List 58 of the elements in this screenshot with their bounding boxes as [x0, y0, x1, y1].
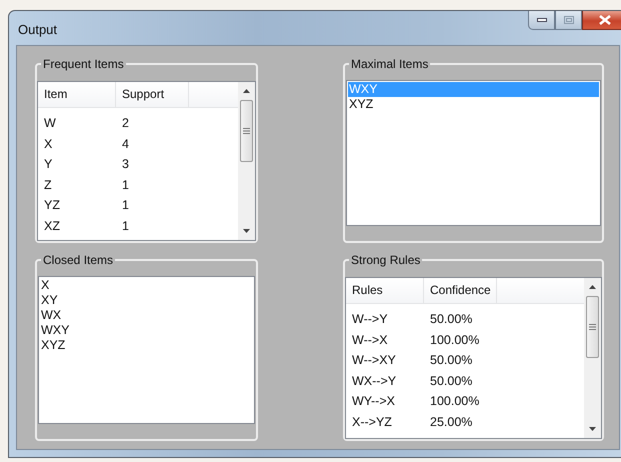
- group-title: Maximal Items: [349, 57, 430, 71]
- column-header[interactable]: Item: [38, 82, 116, 107]
- table-cell-text: 100.00%: [429, 332, 480, 349]
- list-view[interactable]: Item Support W 2 X 4 Y 3 Z 1 YZ 1 XZ 1: [37, 81, 256, 241]
- column-header[interactable]: Rules: [346, 278, 424, 303]
- table-cell-text: 2: [121, 115, 130, 132]
- minimize-icon: [536, 18, 546, 22]
- scroll-up-icon[interactable]: [243, 89, 250, 93]
- list-box[interactable]: X XY WX WXY XYZ: [38, 276, 255, 424]
- scrollbar[interactable]: [584, 278, 601, 438]
- table-cell-text: 3: [121, 156, 130, 174]
- table-cell-text: 1: [121, 218, 130, 235]
- column-header[interactable]: Confidence: [424, 278, 497, 303]
- group-title: Frequent Items: [41, 57, 126, 71]
- table-cell-text: 1: [121, 197, 130, 214]
- table-cell-text: 50.00%: [429, 311, 474, 328]
- table-cell-text: XZ: [43, 218, 61, 235]
- list-item[interactable]: XYZ: [348, 97, 599, 112]
- table-cell-text: X: [43, 136, 54, 153]
- column-header[interactable]: Support: [116, 82, 189, 107]
- table-cell-text: 50.00%: [429, 352, 474, 370]
- scroll-down-icon[interactable]: [589, 427, 596, 431]
- group-title: Strong Rules: [349, 253, 422, 267]
- list-item[interactable]: XYZ: [40, 338, 253, 353]
- table-cell-text: 1: [121, 176, 130, 194]
- table-cell-text: X-->YZ: [351, 414, 393, 431]
- grip-icon: [589, 324, 596, 330]
- list-item[interactable]: WX: [40, 308, 253, 323]
- table-cell-text: 25.00%: [429, 414, 474, 431]
- group-title: Closed Items: [41, 253, 116, 267]
- table-cell-text: W-->XY: [351, 352, 397, 370]
- table-cell-text: WY-->X: [351, 393, 396, 410]
- table-cell-text: 50.00%: [429, 372, 474, 390]
- table-cell-text: 4: [121, 136, 130, 153]
- scrollbar-thumb[interactable]: [586, 296, 599, 358]
- table-cell-text: 100.00%: [429, 393, 480, 410]
- list-view[interactable]: Rules Confidence W-->Y 50.00% W-->X 100.00% W-->XY 50.00% WX-->Y 50.00% WY-->X 100.00% X-->YZ 25.00%: [345, 277, 602, 439]
- maximize-icon: [564, 16, 574, 24]
- table-cell-text: YZ: [43, 197, 61, 214]
- table-cell-text: W: [43, 115, 57, 132]
- table-cell-text: WX-->Y: [351, 372, 398, 390]
- minimize-button[interactable]: [528, 11, 555, 30]
- table-cell-text: W-->Y: [351, 311, 389, 328]
- close-button[interactable]: [582, 11, 621, 30]
- grip-icon: [243, 128, 250, 134]
- list-item[interactable]: WXY: [40, 323, 253, 338]
- scrollbar-thumb[interactable]: [240, 100, 253, 162]
- table-cell-text: Z: [43, 176, 53, 194]
- list-item[interactable]: XY: [40, 293, 253, 308]
- scroll-up-icon[interactable]: [589, 285, 596, 289]
- scrollbar[interactable]: [238, 82, 255, 240]
- list-item[interactable]: X: [40, 278, 253, 293]
- close-icon: [599, 15, 611, 25]
- table-cell-text: W-->X: [351, 332, 389, 349]
- scroll-down-icon[interactable]: [243, 229, 250, 233]
- table-cell-text: Y: [43, 156, 54, 174]
- window-title: Output: [18, 22, 58, 37]
- list-box[interactable]: WXY XYZ: [346, 80, 601, 226]
